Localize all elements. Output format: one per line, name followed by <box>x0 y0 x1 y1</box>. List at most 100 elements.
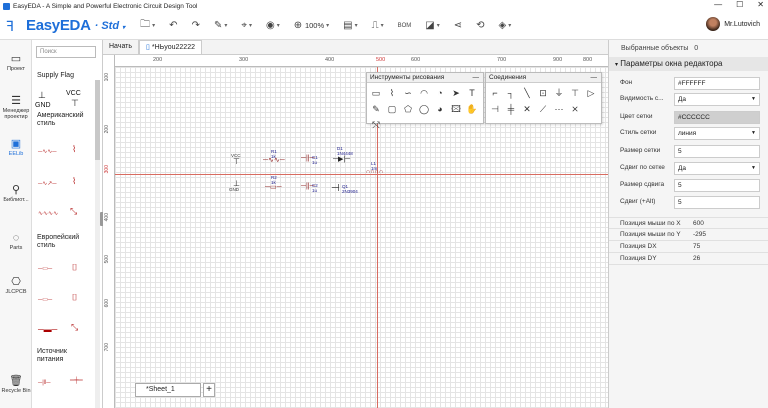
snap-size-field[interactable]: 5 <box>674 179 760 192</box>
resistor-eu-v-symbol[interactable]: ⌷ <box>72 262 77 273</box>
wire-icon[interactable]: ⌐ <box>488 86 502 100</box>
arrow-icon[interactable]: ➤ <box>449 86 463 100</box>
logo[interactable]: ꟻ EasyEDA · Std ▾ <box>6 17 125 34</box>
net-label-icon[interactable]: ⊡ <box>536 86 550 100</box>
theme-button[interactable]: ◪ ▾ <box>419 17 445 35</box>
no-connect-icon[interactable]: ✕ <box>520 102 534 116</box>
resistor-us-v-symbol[interactable]: ⌇ <box>72 144 76 155</box>
fuse-symbol[interactable]: ─▬─ <box>38 325 57 334</box>
alt-snap-field[interactable]: 5 <box>674 196 760 209</box>
net-flag-gnd-icon[interactable]: ⏚ <box>552 86 566 100</box>
bus-icon[interactable]: ┐ <box>504 86 518 100</box>
gnd-part-label[interactable]: GND <box>229 187 239 192</box>
grid-color-field[interactable]: #CCCCCC <box>674 111 760 124</box>
design-menu-button[interactable]: ⎍ ▾ <box>366 17 390 35</box>
potentiometer-symbol[interactable]: ─∿↗─ <box>38 180 57 187</box>
maximize-button[interactable]: ☐ <box>736 0 743 9</box>
resistor-eu-symbol[interactable]: ─▭─ <box>38 265 52 272</box>
image-icon[interactable]: 🖾 <box>449 102 463 116</box>
share-button[interactable]: ⋖ <box>448 17 468 35</box>
q1-part[interactable]: ⊣ <box>331 183 340 194</box>
bus-entry-wire-icon[interactable]: ╲ <box>520 86 534 100</box>
bom-button[interactable]: BOM <box>392 17 418 35</box>
visibility-select[interactable]: Да ▼ <box>674 93 760 106</box>
nav-project[interactable]: ▭ Проект <box>0 52 32 72</box>
gnd-symbol[interactable]: ⊥ <box>38 90 46 101</box>
user-menu[interactable]: Mr.Lutovich <box>706 17 760 31</box>
nav-design-manager[interactable]: ☰ Менеджер проектир <box>0 94 32 120</box>
tab-schematic[interactable]: ▯ *НЬyou22222 <box>139 40 202 54</box>
nav-recycle-bin[interactable]: 🗑 Recycle Bin <box>0 374 32 394</box>
net-port-icon[interactable]: ▷ <box>584 86 598 100</box>
polyline-icon[interactable]: ⌇ <box>385 86 399 100</box>
add-sheet-button[interactable]: + <box>203 383 215 397</box>
r2-part[interactable]: ─▭─ <box>265 183 282 191</box>
inductor-symbol[interactable]: ∿∿∿∿ <box>38 210 58 217</box>
sheet-tab[interactable]: *Sheet_1 <box>135 383 201 397</box>
scrollbar-thumb[interactable] <box>95 80 100 160</box>
resistor-eu-adj-symbol[interactable]: ─▭─ <box>38 296 52 303</box>
resistor-us-symbol[interactable]: ─∿∿─ <box>38 148 57 155</box>
editor-params-header[interactable]: ▾ Параметры окна редактора <box>609 57 768 71</box>
properties-panel: Выбранные объекты 0 ▾ Параметры окна ред… <box>608 40 768 408</box>
sheet-tabs: *Sheet_1 + <box>135 383 215 397</box>
edit-menu-button[interactable]: ✎ ▾ <box>208 17 233 35</box>
wiring-tools-minimize[interactable]: — <box>591 73 598 83</box>
nav-jlcpcb[interactable]: ⎔ JLCPCB <box>0 275 32 295</box>
drawing-tools-minimize[interactable]: — <box>473 73 480 83</box>
group-icon[interactable]: ⋯ <box>552 102 566 116</box>
polygon-icon[interactable]: ⬠ <box>401 102 415 116</box>
format-menu-button[interactable]: ▤ ▾ <box>337 17 363 35</box>
nav-eelib[interactable]: ▣ EELib <box>0 137 32 157</box>
bezier-icon[interactable]: ∽ <box>401 86 415 100</box>
text-icon[interactable]: T <box>465 86 479 100</box>
pin-icon[interactable]: ╪ <box>504 102 518 116</box>
pie-icon[interactable]: ◕ <box>433 102 447 116</box>
spice-icon[interactable]: ⨯ <box>568 102 582 116</box>
vcc-symbol[interactable]: ⊤ <box>71 98 79 109</box>
ruler-tick: 400 <box>104 213 110 222</box>
rectangle-icon[interactable]: ▢ <box>385 102 399 116</box>
ruler-tick: 800 <box>583 57 593 63</box>
library-search-input[interactable]: Поиск <box>36 46 96 58</box>
file-menu-button[interactable]: 🗀 ▾ <box>134 17 161 35</box>
schematic-canvas[interactable]: 200 300 400 500 600 700 800 900 100 200 … <box>103 55 608 408</box>
minimize-button[interactable]: — <box>714 0 722 9</box>
d1-part[interactable]: ─▶|─ <box>333 155 350 163</box>
probe-icon[interactable]: ⟋ <box>536 102 550 116</box>
ellipse-icon[interactable]: ◯ <box>417 102 431 116</box>
l1-part[interactable]: ∩∩∩∩ <box>366 169 383 175</box>
circle-arc-icon[interactable]: ◔ <box>433 86 447 100</box>
zoom-button[interactable]: ⊕ 100% ▾ <box>288 17 335 35</box>
background-color-field[interactable]: #FFFFFF <box>674 77 760 90</box>
rheostat-symbol[interactable]: ⤡ <box>70 206 77 217</box>
library-scrollbar[interactable] <box>95 80 100 408</box>
redo-button[interactable]: ↷ <box>186 17 206 35</box>
pot-v-symbol[interactable]: ⌇ <box>72 176 76 187</box>
varistor-symbol[interactable]: ⤡ <box>71 322 78 333</box>
r1-part[interactable]: ─∿∿─ <box>263 156 285 164</box>
snap-select[interactable]: Да ▼ <box>674 162 760 175</box>
place-menu-button[interactable]: ⌖ ▾ <box>235 17 258 35</box>
nav-parts[interactable]: ◌ Parts <box>0 232 32 251</box>
view-menu-button[interactable]: ◉ ▾ <box>260 17 286 35</box>
battery-multi-symbol[interactable]: ═╪═ <box>70 378 83 384</box>
battery-symbol[interactable]: ─|‖─ <box>38 380 51 386</box>
vcc-part-symbol[interactable]: ⊤ <box>233 157 240 166</box>
tab-start[interactable]: Начать <box>103 40 140 54</box>
nav-library[interactable]: ⚲ Библиот... <box>0 183 32 203</box>
layers-button[interactable]: ◈ ▾ <box>493 17 518 35</box>
hand-icon[interactable]: ✋ <box>465 102 479 116</box>
freehand-icon[interactable]: ✎ <box>369 102 383 116</box>
arc-icon[interactable]: ◠ <box>417 86 431 100</box>
resistor-eu-adj-v-symbol[interactable]: ⌷ <box>72 292 77 303</box>
bus-entry-icon[interactable]: ▭ <box>369 86 383 100</box>
undo-button[interactable]: ↶ <box>163 17 183 35</box>
history-button[interactable]: ⟲ <box>470 17 490 35</box>
grid-size-field[interactable]: 5 <box>674 145 760 158</box>
close-button[interactable]: ✕ <box>757 0 764 9</box>
drag-icon[interactable]: ⤲ <box>369 118 383 132</box>
grid-style-select[interactable]: линия ▼ <box>674 127 760 140</box>
net-flag-vcc-icon[interactable]: ⊤ <box>568 86 582 100</box>
voltage-probe-icon[interactable]: ⊣ <box>488 102 502 116</box>
